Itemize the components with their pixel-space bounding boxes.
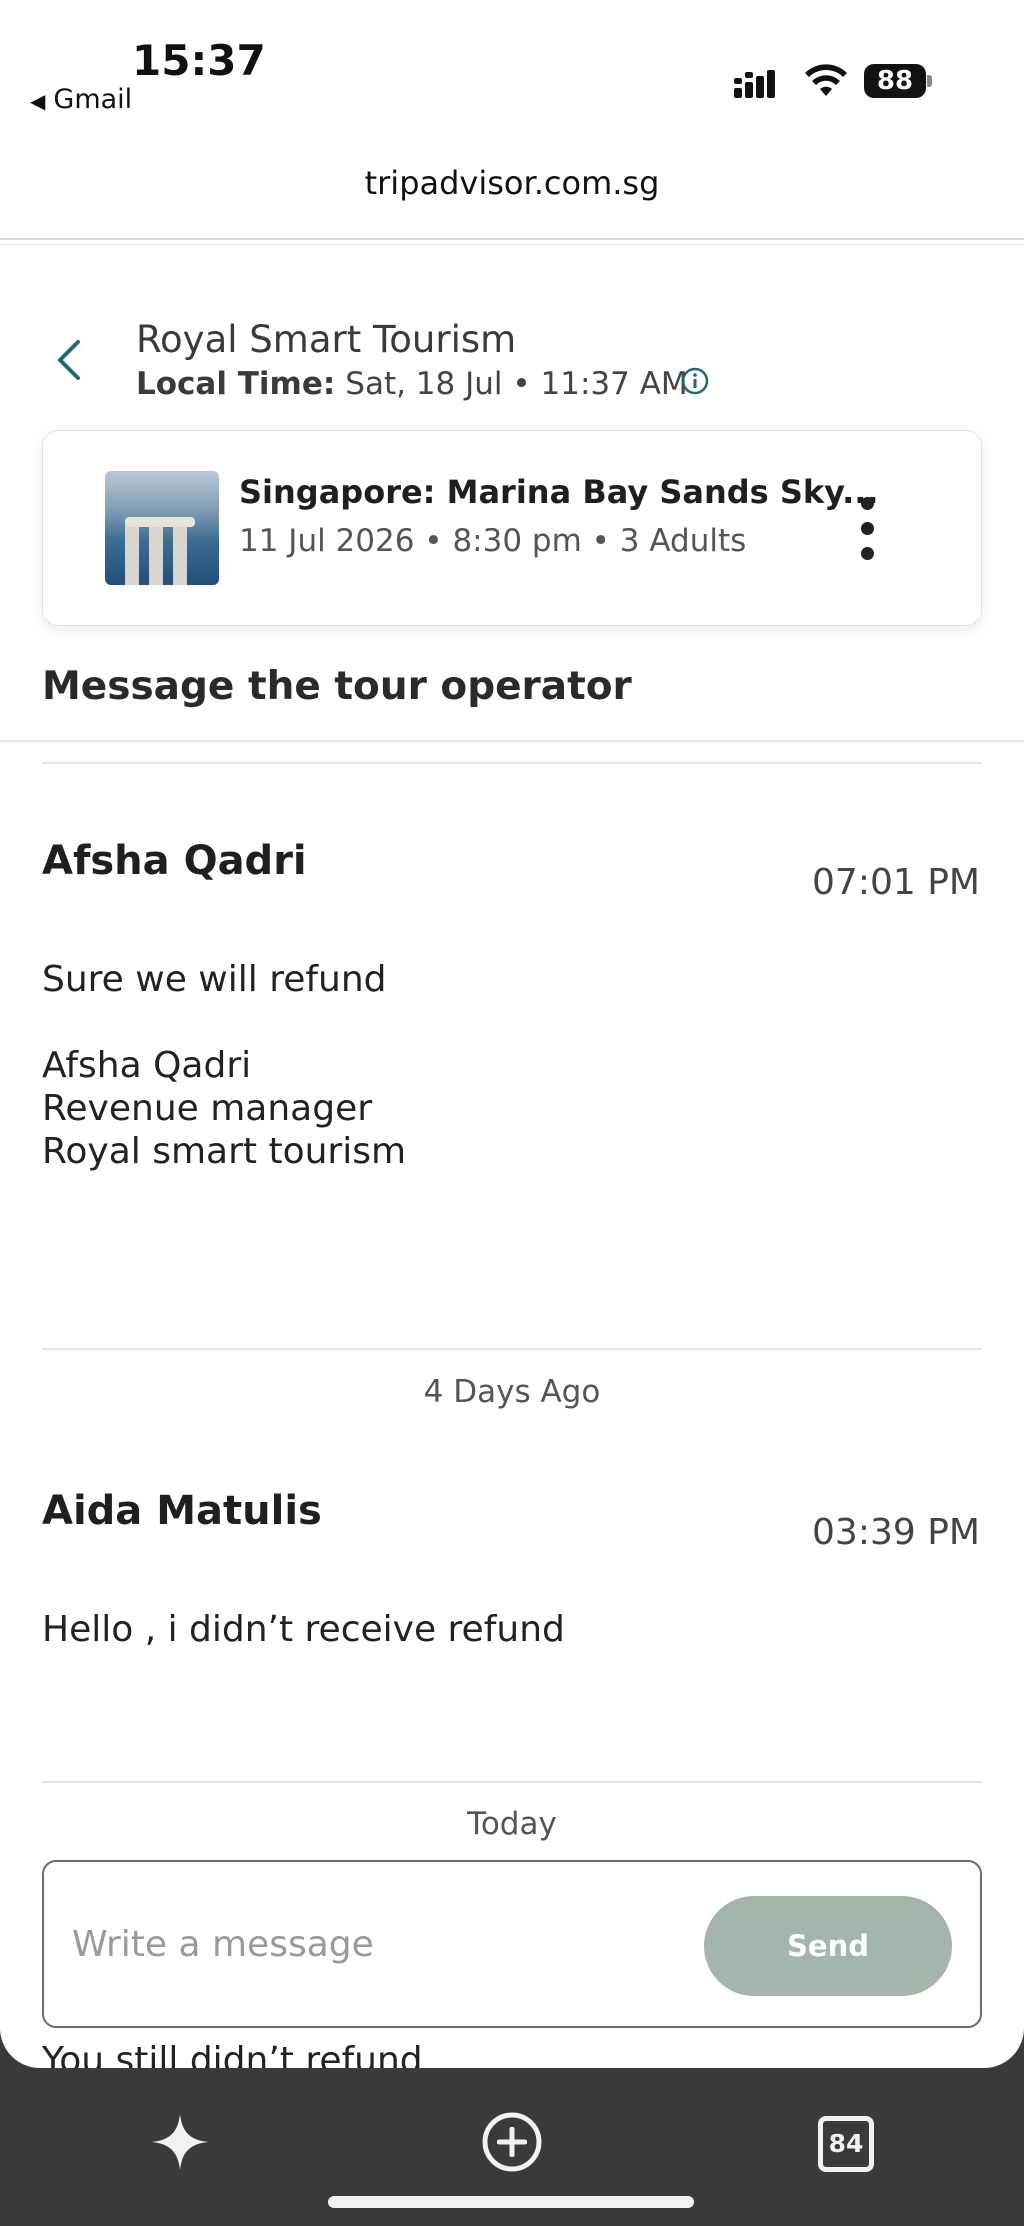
message-input[interactable]	[70, 1916, 694, 1972]
booking-card[interactable]: Singapore: Marina Bay Sands Sky... 11 Ju…	[42, 430, 982, 626]
info-icon[interactable]	[680, 366, 710, 396]
booking-details: 11 Jul 2026 • 8:30 pm • 3 Adults	[239, 523, 747, 559]
message-composer: Send	[42, 1860, 982, 2028]
tabs-icon[interactable]: 84	[812, 2110, 876, 2174]
battery-level: 88	[864, 64, 926, 98]
battery-icon: 88	[864, 64, 934, 100]
back-chevron-icon[interactable]	[54, 336, 84, 384]
message-body: You still didn’t refund	[42, 2040, 423, 2068]
day-separator: 4 Days Ago	[423, 1374, 601, 1410]
message-sender: Afsha Qadri	[42, 838, 307, 884]
message-body: Sure we will refund Afsha Qadri Revenue …	[42, 959, 407, 1172]
message-body: Hello , i didn’t receive refund	[42, 1609, 565, 1650]
message-time: 07:01 PM	[812, 862, 980, 903]
day-separator: Today	[467, 1806, 557, 1842]
more-options-icon[interactable]	[861, 497, 877, 561]
signal-icon	[734, 70, 775, 98]
send-button[interactable]: Send	[704, 1896, 952, 1996]
local-time: Local Time: Sat, 18 Jul • 11:37 AM	[136, 366, 688, 402]
sparkle-icon[interactable]	[148, 2110, 212, 2174]
new-tab-icon[interactable]	[480, 2110, 544, 2174]
divider	[0, 244, 1024, 245]
url-bar[interactable]: tripadvisor.com.sg	[0, 164, 1024, 202]
local-time-value: Sat, 18 Jul • 11:37 AM	[345, 366, 688, 402]
divider	[42, 1781, 982, 1783]
operator-name: Royal Smart Tourism	[136, 318, 517, 361]
home-indicator	[328, 2196, 694, 2208]
divider	[42, 762, 982, 764]
back-triangle-icon: ◀	[30, 89, 46, 113]
wifi-icon	[805, 64, 847, 96]
divider	[0, 740, 1024, 742]
tabs-count: 84	[818, 2116, 874, 2172]
activity-thumbnail	[105, 471, 219, 585]
page: 15:37 ◀ Gmail 88 tripadvisor.com.sg Royal…	[0, 0, 1024, 2068]
message-sender: Aida Matulis	[42, 1488, 322, 1534]
back-to-app-link[interactable]: ◀ Gmail	[30, 84, 132, 115]
divider	[0, 238, 1024, 240]
section-title: Message the tour operator	[42, 664, 632, 709]
divider	[42, 1348, 982, 1350]
status-time: 15:37	[132, 36, 266, 85]
booking-title: Singapore: Marina Bay Sands Sky...	[239, 473, 879, 511]
back-app-label: Gmail	[53, 84, 133, 115]
message-time: 03:39 PM	[812, 1512, 980, 1553]
local-time-label: Local Time:	[136, 366, 336, 402]
